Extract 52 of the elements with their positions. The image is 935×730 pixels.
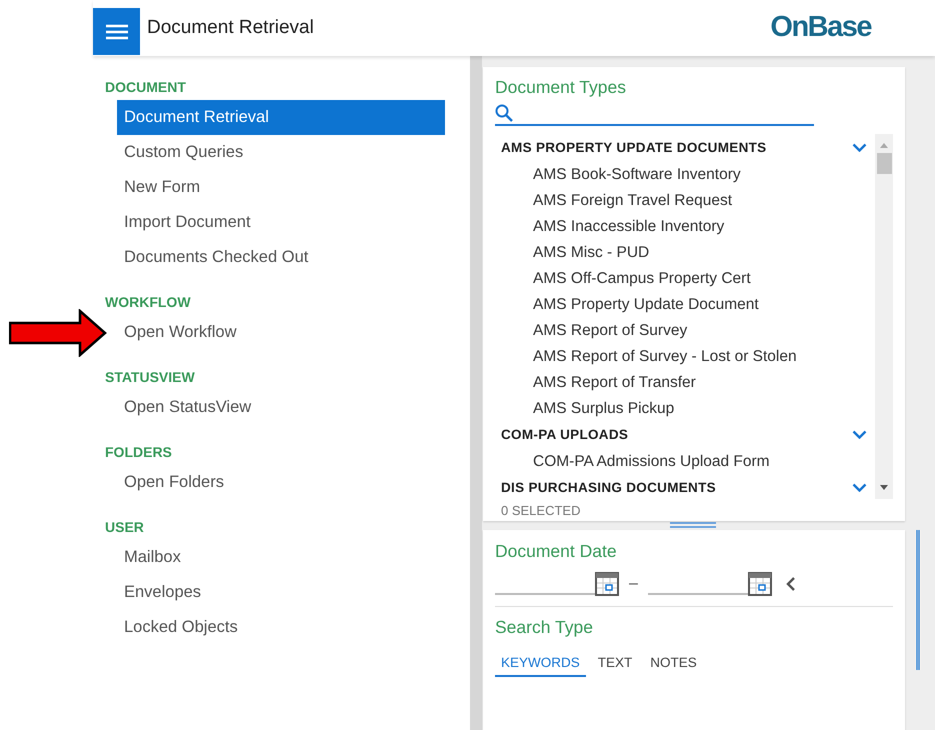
page-title: Document Retrieval (147, 16, 314, 40)
sidebar-item[interactable]: Mailbox (117, 540, 445, 575)
section-heading: DOCUMENT (105, 78, 186, 96)
splitter-handle[interactable] (670, 522, 716, 528)
document-type-item[interactable]: AMS Surplus Pickup (533, 396, 674, 420)
sidebar-item[interactable]: Locked Objects (117, 610, 445, 645)
sidebar-item[interactable]: Open Workflow (117, 315, 445, 350)
document-type-item[interactable]: AMS Misc - PUD (533, 240, 650, 264)
group-heading: COM-PA UPLOADS (501, 426, 628, 444)
document-type-item[interactable]: AMS Book-Software Inventory (533, 162, 741, 186)
section-heading: FOLDERS (105, 443, 172, 461)
search-type-tab[interactable]: TEXT (592, 652, 638, 677)
search-field[interactable] (495, 102, 814, 126)
group-heading: AMS PROPERTY UPDATE DOCUMENTS (501, 138, 766, 157)
range-separator: – (629, 574, 638, 594)
document-type-item[interactable]: AMS Off-Campus Property Cert (533, 266, 751, 290)
search-type-tab[interactable]: KEYWORDS (495, 652, 586, 677)
document-type-item[interactable]: COM-PA Admissions Upload Form (533, 450, 770, 473)
sidebar-item[interactable]: Custom Queries (117, 135, 445, 170)
document-type-item[interactable]: AMS Report of Transfer (533, 370, 696, 394)
document-type-item[interactable]: AMS Property Update Document (533, 292, 759, 316)
card-title: Search Type (495, 616, 593, 640)
calendar-icon[interactable] (595, 572, 619, 596)
document-type-item[interactable]: AMS Inaccessible Inventory (533, 214, 724, 238)
sidebar-item[interactable]: Import Document (117, 205, 445, 240)
menu-button[interactable] (93, 8, 140, 55)
sidebar-item[interactable]: Documents Checked Out (117, 240, 445, 275)
chevron-down-icon[interactable] (852, 430, 867, 440)
section-heading: STATUSVIEW (105, 368, 195, 386)
search-icon (495, 104, 513, 122)
card-title: Document Types (495, 76, 626, 99)
document-type-item[interactable]: AMS Report of Survey - Lost or Stolen (533, 344, 797, 368)
sidebar-item[interactable]: Open StatusView (117, 390, 445, 425)
selection-count: 0 SELECTED (501, 502, 580, 520)
sidebar-item[interactable]: New Form (117, 170, 445, 205)
section-heading: USER (105, 518, 144, 536)
document-type-item[interactable]: AMS Report of Survey (533, 318, 688, 342)
document-type-item[interactable]: AMS Foreign Travel Request (533, 188, 732, 212)
card-title: Document Date (495, 540, 617, 563)
section-heading: WORKFLOW (105, 293, 191, 311)
chevron-left-icon[interactable] (786, 576, 796, 592)
group-heading: DIS PURCHASING DOCUMENTS (501, 478, 716, 497)
search-type-tab[interactable]: NOTES (644, 652, 703, 677)
scrollbar[interactable] (875, 134, 893, 500)
sidebar-item[interactable]: Document Retrieval (117, 100, 445, 135)
logo: OnBase (770, 10, 871, 46)
chevron-down-icon[interactable] (852, 143, 867, 152)
menu-icon (106, 24, 128, 40)
sidebar-item[interactable]: Open Folders (117, 465, 445, 500)
calendar-icon[interactable] (748, 572, 772, 596)
chevron-down-icon[interactable] (852, 483, 867, 492)
sidebar-item[interactable]: Envelopes (117, 575, 445, 610)
